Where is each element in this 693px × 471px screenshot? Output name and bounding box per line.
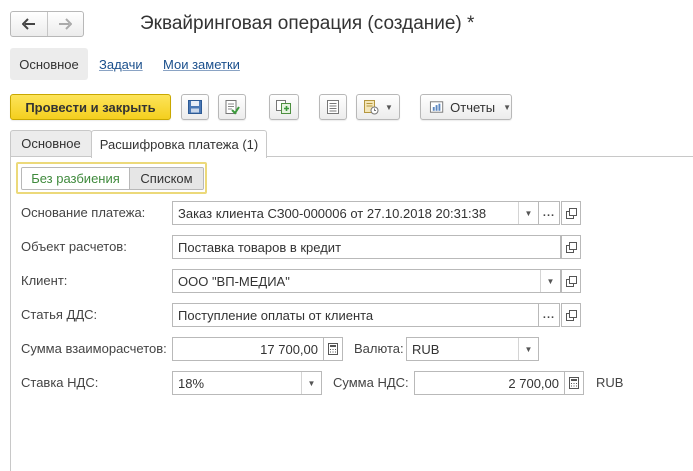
calculator-button[interactable] (323, 337, 343, 361)
vat-calculator-button[interactable] (564, 371, 584, 395)
vat-currency-label: RUB (596, 375, 624, 390)
cash-flow-item-open-button[interactable] (561, 303, 581, 327)
post-and-close-button[interactable]: Провести и закрыть (10, 94, 171, 120)
cash-flow-item-field[interactable]: Поступление оплаты от клиента (172, 303, 539, 327)
payment-basis-field[interactable]: Заказ клиента СЗ00-000006 от 27.10.2018 … (172, 201, 539, 225)
tab-main[interactable]: Основное (10, 130, 92, 156)
chevron-down-icon[interactable]: ▼ (518, 338, 538, 360)
cash-flow-item-value: Поступление оплаты от клиента (178, 307, 374, 323)
payment-basis-value: Заказ клиента СЗ00-000006 от 27.10.2018 … (178, 205, 487, 221)
payment-basis-select-button[interactable]: ... (538, 201, 560, 225)
vat-rate-label: Ставка НДС: (21, 375, 99, 390)
chevron-down-icon: ▼ (385, 102, 393, 112)
currency-label: Валюта: (354, 341, 404, 356)
client-open-button[interactable] (561, 269, 581, 293)
back-button[interactable] (11, 12, 47, 36)
client-value: ООО "ВП-МЕДИА" (178, 273, 290, 289)
save-icon (188, 100, 202, 114)
save-button[interactable] (181, 94, 209, 120)
list-document-icon (327, 100, 339, 114)
settlement-amount-field[interactable]: 17 700,00 (172, 337, 324, 361)
create-based-on-button[interactable] (269, 94, 299, 120)
arrow-left-icon (21, 18, 35, 30)
toggle-option-no-split[interactable]: Без разбиения (22, 168, 130, 189)
calculator-icon (569, 377, 579, 389)
settlement-object-label: Объект расчетов: (21, 239, 127, 254)
calculator-icon (328, 343, 338, 355)
vat-amount-label: Сумма НДС: (333, 375, 409, 390)
chevron-down-icon[interactable]: ▼ (518, 202, 538, 224)
settlement-object-field[interactable]: Поставка товаров в кредит (172, 235, 561, 259)
vat-amount-field[interactable]: 2 700,00 (414, 371, 565, 395)
currency-value: RUB (412, 341, 440, 357)
currency-field[interactable]: RUB ▼ (406, 337, 539, 361)
open-window-icon (565, 275, 577, 287)
window-title: Эквайринговая операция (создание) * (140, 13, 475, 34)
reports-button[interactable]: Отчеты ▼ (420, 94, 512, 120)
vat-amount-value: 2 700,00 (508, 375, 559, 391)
settlement-amount-label: Сумма взаиморасчетов: (21, 341, 167, 356)
history-nav (10, 11, 84, 37)
vat-rate-field[interactable]: 18% ▼ (172, 371, 322, 395)
split-mode-toggle: Без разбиения Списком (21, 167, 204, 190)
vat-rate-value: 18% (178, 375, 205, 391)
reports-icon (429, 101, 444, 113)
payment-basis-label: Основание платежа: (21, 205, 146, 220)
open-window-icon (565, 309, 577, 321)
client-field[interactable]: ООО "ВП-МЕДИА" ▼ (172, 269, 561, 293)
toggle-option-list[interactable]: Списком (130, 168, 203, 189)
settlement-amount-value: 17 700,00 (260, 341, 318, 357)
section-main[interactable]: Основное (10, 48, 88, 80)
structure-button[interactable] (319, 94, 347, 120)
post-document-icon (225, 100, 240, 115)
cash-flow-item-select-button[interactable]: ... (538, 303, 560, 327)
chevron-down-icon[interactable]: ▼ (540, 270, 560, 292)
section-tasks-link[interactable]: Задачи (99, 57, 143, 72)
section-notes-link[interactable]: Мои заметки (163, 57, 240, 72)
payment-basis-open-button[interactable] (561, 201, 581, 225)
print-menu-button[interactable]: ▼ (356, 94, 400, 120)
chevron-down-icon: ▼ (503, 102, 511, 112)
arrow-right-icon (59, 18, 73, 30)
print-documents-icon (364, 100, 379, 115)
tab-payment-decode[interactable]: Расшифровка платежа (1) (91, 130, 267, 158)
settlement-object-open-button[interactable] (561, 235, 581, 259)
copy-create-icon (276, 100, 291, 114)
forward-button[interactable] (46, 12, 84, 36)
reports-label: Отчеты (450, 99, 496, 115)
cash-flow-item-label: Статья ДДС: (21, 307, 98, 322)
settlement-object-value: Поставка товаров в кредит (178, 239, 342, 255)
post-button[interactable] (218, 94, 246, 120)
chevron-down-icon[interactable]: ▼ (301, 372, 321, 394)
content-border (10, 156, 11, 471)
open-window-icon (565, 241, 577, 253)
client-label: Клиент: (21, 273, 68, 288)
open-window-icon (565, 207, 577, 219)
